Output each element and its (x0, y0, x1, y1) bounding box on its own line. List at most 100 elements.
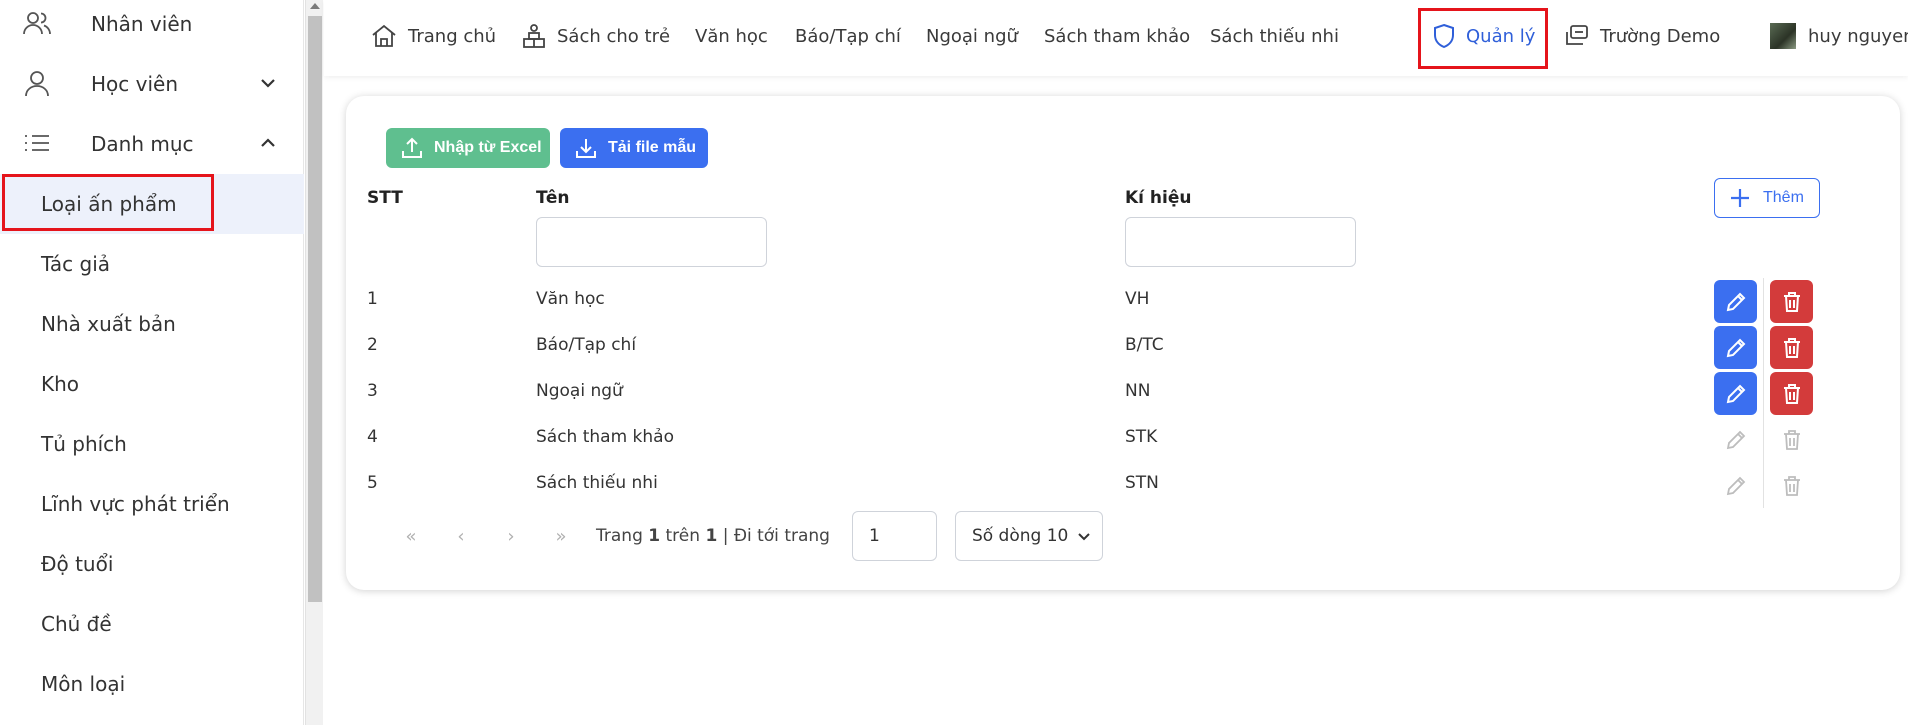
nav-label: Trường Demo (1600, 25, 1721, 47)
delete-button[interactable] (1770, 372, 1813, 415)
scrollbar-thumb[interactable] (308, 16, 322, 602)
edit-button-disabled (1714, 464, 1757, 507)
import-excel-button[interactable]: Nhập từ Excel (386, 128, 550, 168)
sidebar-sub-item-age[interactable]: Độ tuổi (0, 534, 304, 594)
edit-button[interactable] (1714, 280, 1757, 323)
scroll-up-arrow-icon[interactable] (310, 3, 320, 9)
prev-page-icon[interactable]: ‹ (436, 521, 486, 551)
delete-button[interactable] (1770, 280, 1813, 323)
edit-button[interactable] (1714, 372, 1757, 415)
switch-icon (1566, 25, 1588, 45)
rows-per-page-label: Số dòng 10 (971, 526, 1069, 546)
avatar (1770, 23, 1796, 49)
nav-label: Sách thiếu nhi (1210, 25, 1339, 47)
divider (1763, 370, 1764, 416)
delete-button-disabled (1770, 464, 1813, 507)
top-navigation: Trang chủ Sách cho trẻ Văn học Báo/Tạp c… (324, 0, 1908, 76)
nav-magazines[interactable]: Báo/Tạp chí (795, 20, 901, 52)
total-pages: 1 (705, 526, 718, 546)
pagination: « ‹ › » Trang 1 trên 1 | Đi tới trang Số… (386, 511, 1103, 561)
cell-name: Báo/Tạp chí (536, 335, 637, 355)
nav-school-switch[interactable]: Trường Demo (1562, 20, 1720, 52)
trash-icon (1783, 337, 1800, 358)
trash-icon (1783, 475, 1800, 496)
sidebar-sub-item-development-field[interactable]: Lĩnh vực phát triển (0, 474, 304, 534)
pencil-icon (1726, 384, 1745, 403)
nav-children-books[interactable]: Sách cho trẻ (521, 20, 670, 52)
page-info: Trang 1 trên 1 | Đi tới trang (596, 526, 830, 546)
divider (1763, 278, 1764, 324)
goto-label: | Đi tới trang (722, 526, 830, 546)
cell-name: Sách thiếu nhi (536, 473, 658, 493)
cell-name: Sách tham khảo (536, 427, 674, 447)
sidebar-sub-item-card-cabinet[interactable]: Tủ phích (0, 414, 304, 474)
sidebar-sub-item-storage[interactable]: Kho (0, 354, 304, 414)
cell-code: STN (1125, 473, 1159, 493)
sidebar-scrollbar[interactable] (305, 0, 323, 725)
upload-icon (402, 137, 422, 158)
nav-kids-books[interactable]: Sách thiếu nhi (1210, 20, 1339, 52)
button-label: Thêm (1763, 189, 1804, 206)
pencil-icon (1726, 338, 1745, 357)
edit-button-disabled (1714, 418, 1757, 461)
sidebar-sub-item-label: Môn loại (41, 672, 126, 696)
sidebar-sub-item-publisher[interactable]: Nhà xuất bản (0, 294, 304, 354)
sidebar-item-label: Nhân viên (91, 12, 193, 36)
pencil-icon (1726, 476, 1745, 495)
sidebar-sub-item-label: Lĩnh vực phát triển (41, 492, 230, 516)
cell-stt: 5 (367, 473, 378, 493)
sidebar-sub-item-topic[interactable]: Chủ đề (0, 594, 304, 654)
sidebar-sub-item-label: Loại ấn phẩm (41, 192, 177, 216)
name-filter-input[interactable] (536, 217, 767, 267)
nav-home[interactable]: Trang chủ (370, 20, 496, 52)
button-label: Nhập từ Excel (434, 139, 542, 156)
sidebar-sub-item-label: Nhà xuất bản (41, 312, 176, 336)
nav-label: Quản lý (1466, 25, 1536, 47)
table-row: 4 Sách tham khảo STK (346, 414, 1900, 462)
nav-user-menu[interactable]: huy nguyen (1770, 20, 1908, 52)
sidebar-item-catalog[interactable]: Danh mục (0, 114, 304, 174)
sidebar-item-staff[interactable]: Nhân viên (0, 0, 304, 54)
download-template-button[interactable]: Tải file mẫu (560, 128, 708, 168)
nav-manage[interactable]: Quản lý (1432, 20, 1535, 52)
sidebar-sub-item-subject[interactable]: Môn loại (0, 654, 304, 714)
sidebar-sub-item-publication-type[interactable]: Loại ấn phẩm (0, 174, 304, 234)
nav-label: Báo/Tạp chí (795, 25, 901, 47)
goto-page-input[interactable] (851, 511, 937, 561)
home-icon (372, 24, 396, 47)
column-header-name: Tên (536, 188, 570, 208)
column-header-stt: STT (367, 188, 403, 208)
pencil-icon (1726, 292, 1745, 311)
toy-icon (523, 24, 545, 48)
trash-icon (1783, 383, 1800, 404)
sidebar-item-label: Học viên (91, 72, 179, 96)
delete-button[interactable] (1770, 326, 1813, 369)
first-page-icon[interactable]: « (386, 521, 436, 551)
nav-reference-books[interactable]: Sách tham khảo (1044, 20, 1190, 52)
sidebar-sub-item-label: Tủ phích (41, 432, 127, 456)
pencil-icon (1726, 430, 1745, 449)
table-row: 1 Văn học VH (346, 276, 1900, 324)
nav-literature[interactable]: Văn học (695, 20, 768, 52)
last-page-icon[interactable]: » (536, 521, 586, 551)
cell-code: NN (1125, 381, 1151, 401)
button-label: Tải file mẫu (608, 139, 697, 156)
next-page-icon[interactable]: › (486, 521, 536, 551)
list-icon (25, 135, 49, 151)
table-row: 2 Báo/Tạp chí B/TC (346, 322, 1900, 370)
content-card: Nhập từ Excel Tải file mẫu STT Tên Kí hi… (346, 96, 1900, 590)
table-row: 5 Sách thiếu nhi STN (346, 460, 1900, 508)
rows-per-page-select[interactable]: Số dòng 10 (954, 511, 1103, 561)
nav-foreign-languages[interactable]: Ngoại ngữ (926, 20, 1018, 52)
cell-code: STK (1125, 427, 1158, 447)
cell-name: Ngoại ngữ (536, 381, 623, 401)
cell-stt: 2 (367, 335, 378, 355)
edit-button[interactable] (1714, 326, 1757, 369)
divider (1763, 416, 1764, 462)
cell-code: B/TC (1125, 335, 1164, 355)
code-filter-input[interactable] (1125, 217, 1356, 267)
sidebar-sub-item-author[interactable]: Tác giả (0, 234, 304, 294)
add-button[interactable]: Thêm (1714, 178, 1820, 218)
sidebar: Nhân viên Học viên Danh mục Loại ấn phẩm… (0, 0, 304, 725)
sidebar-item-students[interactable]: Học viên (0, 54, 304, 114)
